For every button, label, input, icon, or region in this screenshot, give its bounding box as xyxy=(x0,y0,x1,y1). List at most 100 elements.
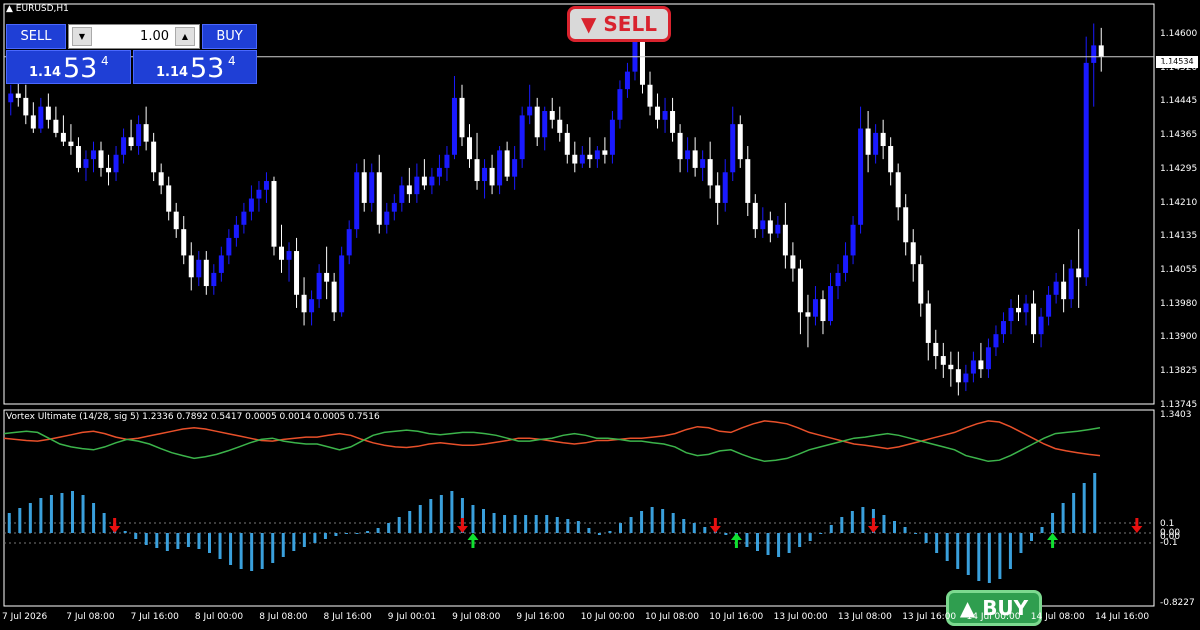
histogram-bar xyxy=(798,533,802,547)
indicator-axis-label: -0.1 xyxy=(1160,538,1178,548)
time-axis-label: 8 Jul 16:00 xyxy=(323,612,372,622)
sell-price-fraction: 4 xyxy=(101,54,109,68)
candle-body xyxy=(670,111,676,133)
price-axis-label: 1.14445 xyxy=(1160,96,1198,107)
histogram-bar xyxy=(92,503,96,533)
price-axis-label: 1.13980 xyxy=(1160,298,1198,309)
histogram-bar xyxy=(945,533,949,561)
histogram-bar xyxy=(914,533,918,534)
candle-body xyxy=(820,299,826,322)
histogram-bar xyxy=(229,533,233,565)
histogram-bar xyxy=(60,493,64,533)
histogram-bar xyxy=(134,533,138,539)
histogram-bar xyxy=(1019,533,1023,553)
candle-body xyxy=(1046,294,1052,317)
buy-price-button[interactable]: 1.14 53 4 xyxy=(133,50,257,84)
buy-button[interactable]: BUY xyxy=(202,24,257,49)
candle-body xyxy=(83,159,89,168)
candle-body xyxy=(399,185,405,203)
histogram-bar xyxy=(366,531,370,533)
candle-body xyxy=(429,176,435,186)
histogram-bar xyxy=(850,511,854,533)
histogram-bar xyxy=(471,505,475,533)
candle-body xyxy=(384,211,390,225)
histogram-bar xyxy=(292,533,296,551)
histogram-bar xyxy=(1061,503,1065,533)
candle-body xyxy=(993,334,999,348)
indicator-axis-label: -0.8227 xyxy=(1160,598,1195,608)
candle-body xyxy=(925,303,931,343)
candle-body xyxy=(489,167,495,186)
price-axis-label: 1.14600 xyxy=(1160,29,1198,39)
histogram-bar xyxy=(281,533,285,557)
sell-arrow-icon xyxy=(867,518,879,533)
candle-body xyxy=(609,119,615,155)
histogram-bar xyxy=(893,521,896,533)
histogram-bar xyxy=(313,533,317,543)
candle-body xyxy=(226,237,232,256)
histogram-bar xyxy=(123,531,127,533)
lot-decrease-button[interactable]: ▼ xyxy=(72,27,92,46)
histogram-bar xyxy=(1093,473,1097,533)
histogram-bar xyxy=(49,495,53,533)
candle-body xyxy=(331,281,337,313)
candle-body xyxy=(361,172,367,203)
candle-body xyxy=(90,150,96,160)
histogram-bar xyxy=(819,533,823,534)
price-axis-label: 1.14365 xyxy=(1160,130,1198,141)
candle-body xyxy=(211,272,217,287)
candle-body xyxy=(752,202,758,230)
histogram-bar xyxy=(545,515,549,533)
histogram-bar xyxy=(144,533,148,545)
histogram-bar xyxy=(208,533,211,553)
histogram-bar xyxy=(28,503,32,533)
candle-body xyxy=(346,229,352,256)
candle-body xyxy=(888,146,894,173)
indicator-axis-label: 1.3403 xyxy=(1160,410,1192,420)
candle-body xyxy=(391,202,397,212)
candle-body xyxy=(662,111,668,120)
histogram-bar xyxy=(555,517,559,533)
candle-body xyxy=(218,255,224,273)
candle-body xyxy=(918,264,924,304)
candle-body xyxy=(128,137,134,147)
sell-price-prefix: 1.14 xyxy=(29,65,62,80)
candle-body xyxy=(527,106,533,116)
time-axis-label: 14 Jul 16:00 xyxy=(1095,612,1150,622)
candle-body xyxy=(1008,307,1014,322)
time-axis-label: 14 Jul 00:00 xyxy=(966,612,1021,622)
indicator-title: Vortex Ultimate (14/28, sig 5) 1.2336 0.… xyxy=(6,412,380,422)
sell-price-button[interactable]: 1.14 53 4 xyxy=(6,50,131,84)
histogram-bar xyxy=(808,533,812,541)
candle-body xyxy=(835,272,841,287)
candle-body xyxy=(797,268,803,313)
candle-body xyxy=(188,255,194,278)
histogram-bar xyxy=(39,498,43,533)
histogram-bar xyxy=(397,517,401,533)
lot-size-input[interactable] xyxy=(93,27,171,46)
candle-body xyxy=(895,172,901,208)
histogram-bar xyxy=(271,533,275,563)
histogram-bar xyxy=(987,533,991,583)
price-axis-label: 1.13745 xyxy=(1160,399,1198,410)
chart-canvas[interactable] xyxy=(0,0,1200,630)
candle-body xyxy=(542,111,548,138)
histogram-bar xyxy=(966,533,970,575)
candle-body xyxy=(8,93,14,103)
price-axis-label: 1.14135 xyxy=(1160,231,1198,242)
buy-arrow-icon xyxy=(1047,533,1059,548)
candle-body xyxy=(286,251,292,260)
candle-body xyxy=(316,272,322,300)
collapse-arrow-icon[interactable]: ▲ xyxy=(6,4,13,14)
candle-body xyxy=(1076,268,1082,278)
candle-body xyxy=(279,246,284,260)
down-arrow-icon: ▼ xyxy=(78,32,86,41)
histogram-bar xyxy=(302,533,306,547)
histogram-bar xyxy=(81,495,85,533)
sell-button[interactable]: SELL xyxy=(6,24,66,49)
lot-increase-button[interactable]: ▲ xyxy=(175,27,195,46)
histogram-bar xyxy=(534,515,538,533)
histogram-bar xyxy=(597,533,601,535)
histogram-bar xyxy=(71,491,74,533)
histogram-bar xyxy=(766,533,770,555)
